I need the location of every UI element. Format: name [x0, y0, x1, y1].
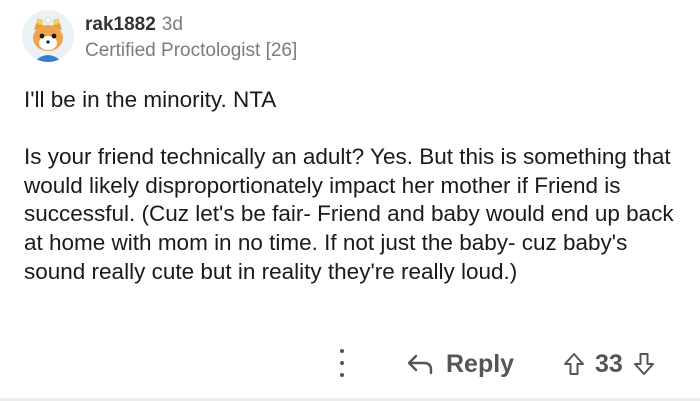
comment-age: 3d	[161, 14, 183, 35]
avatar-image	[22, 10, 74, 62]
reply-arrow-icon	[407, 354, 433, 375]
comment-header: rak1882 3d Certified Proctologist [26]	[22, 10, 297, 68]
username-link[interactable]: rak1882	[85, 14, 156, 36]
more-vertical-icon-dot	[340, 361, 344, 365]
downvote-arrow-icon	[633, 353, 654, 375]
reply-button[interactable]: Reply	[406, 344, 514, 384]
downvote-button[interactable]	[633, 352, 655, 376]
comment: rak1882 3d Certified Proctologist [26] I…	[0, 0, 700, 401]
reply-label: Reply	[446, 349, 515, 378]
avatar[interactable]	[22, 10, 74, 62]
more-vertical-icon	[340, 349, 344, 353]
comment-paragraph: I'll be in the minority. NTA	[24, 87, 277, 112]
more-vertical-icon-dot	[340, 373, 344, 377]
vote-count: 33	[595, 349, 623, 378]
comment-meta: rak1882 3d Certified Proctologist [26]	[85, 10, 297, 64]
comment-actions: Reply 33	[0, 344, 700, 384]
comment-paragraph: Is your friend technically an adult? Yes…	[24, 143, 674, 284]
more-options-button[interactable]	[336, 349, 348, 377]
upvote-arrow-icon	[564, 353, 584, 375]
vote-controls: 33	[563, 344, 655, 384]
upvote-button[interactable]	[563, 352, 585, 376]
comment-body: I'll be in the minority. NTA Is your fri…	[24, 86, 684, 287]
user-flair: Certified Proctologist [26]	[85, 40, 298, 61]
meta-line: rak1882 3d	[85, 14, 297, 36]
